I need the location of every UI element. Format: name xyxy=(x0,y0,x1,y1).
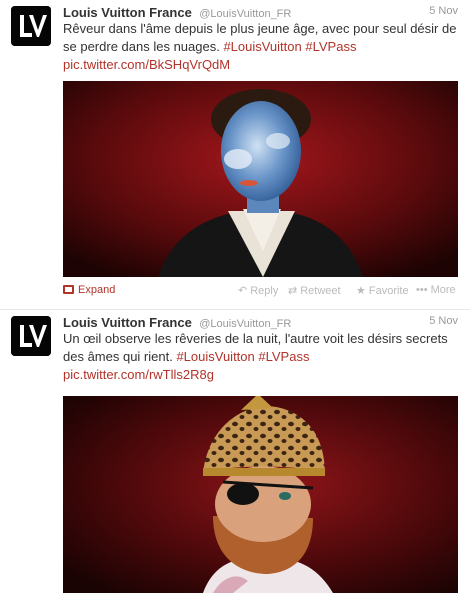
more-label: More xyxy=(430,284,456,296)
star-icon: ★ xyxy=(356,285,366,297)
media-link[interactable]: pic.twitter.com/BkSHqVrQdM xyxy=(63,57,230,72)
tweet-photo[interactable] xyxy=(63,396,458,593)
reply-label: Reply xyxy=(250,285,279,297)
media-icon xyxy=(63,285,74,294)
timestamp[interactable]: 5 Nov xyxy=(429,5,458,17)
expand-button[interactable]: Expand xyxy=(63,284,115,296)
tweet-text: Un œil observe les rêveries de la nuit, … xyxy=(63,330,458,384)
hashtag-link[interactable]: #LVPass xyxy=(305,39,356,54)
lv-logo-icon[interactable] xyxy=(11,316,51,356)
tweet-actions: Expand ↶ Reply ⇄ Retweet ★ Favorite ••• More xyxy=(63,284,458,300)
hashtag-link[interactable]: #LouisVuitton xyxy=(176,349,254,364)
account-name[interactable]: Louis Vuitton France xyxy=(63,315,192,330)
tweet[interactable]: Louis Vuitton France @LouisVuitton_FR 5 … xyxy=(0,0,470,310)
retweet-icon: ⇄ xyxy=(288,285,298,297)
favorite-label: Favorite xyxy=(368,285,409,297)
media-link[interactable]: pic.twitter.com/rwTlls2R8g xyxy=(63,367,214,382)
tweet-body: Un œil observe les rêveries de la nuit, … xyxy=(63,331,448,364)
favorite-button[interactable]: ★ Favorite xyxy=(356,284,409,297)
tweet-text: Rêveur dans l'âme depuis le plus jeune â… xyxy=(63,20,458,74)
account-handle[interactable]: @LouisVuitton_FR xyxy=(199,318,291,330)
expand-label: Expand xyxy=(78,284,116,296)
lv-logo-icon[interactable] xyxy=(11,6,51,46)
retweet-button[interactable]: ⇄ Retweet xyxy=(288,284,341,297)
ellipsis-icon: ••• xyxy=(416,284,428,296)
more-button[interactable]: ••• More xyxy=(416,284,456,296)
reply-icon: ↶ xyxy=(238,285,248,297)
hashtag-link[interactable]: #LVPass xyxy=(258,349,309,364)
hashtag-link[interactable]: #LouisVuitton xyxy=(223,39,301,54)
account-handle[interactable]: @LouisVuitton_FR xyxy=(199,8,291,20)
tweet[interactable]: Louis Vuitton France @LouisVuitton_FR 5 … xyxy=(0,310,470,607)
account-name[interactable]: Louis Vuitton France xyxy=(63,5,192,20)
reply-button[interactable]: ↶ Reply xyxy=(238,284,278,297)
retweet-label: Retweet xyxy=(300,285,341,297)
tweet-photo[interactable] xyxy=(63,81,458,277)
timestamp[interactable]: 5 Nov xyxy=(429,315,458,327)
